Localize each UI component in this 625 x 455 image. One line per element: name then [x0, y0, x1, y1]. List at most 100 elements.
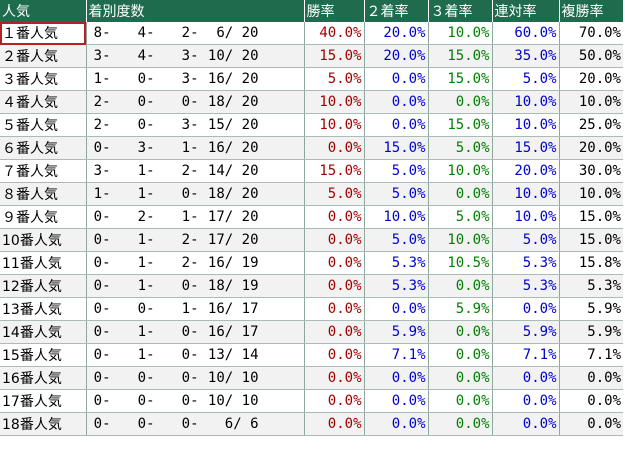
win-rate-cell: 0.0% [304, 251, 365, 275]
popularity-cell[interactable]: ２番人気 [0, 44, 87, 68]
quinella-rate-cell: 15.0% [492, 136, 560, 160]
record-thirds: 0- [181, 324, 199, 340]
table-row[interactable]: 17番人気 0- 0- 0- 10/ 10 0.0% 0.0% 0.0% 0.0% 0.0% [0, 389, 623, 413]
second-rate-cell: 0.0% [364, 90, 429, 114]
record-wins: 0- [93, 209, 111, 225]
popularity-cell[interactable]: ７番人気 [0, 159, 87, 183]
table-row[interactable]: 12番人気 0- 1- 0- 18/ 19 0.0% 5.3% 0.0% 5.3% 5.3% [0, 274, 623, 298]
record-seconds: 1- [137, 347, 155, 363]
second-rate-cell: 5.0% [364, 159, 429, 183]
popularity-cell[interactable]: 18番人気 [0, 412, 87, 436]
table-row[interactable]: 10番人気 0- 1- 2- 17/ 20 0.0% 5.0% 10.0% 5.0% 15.0% [0, 228, 623, 252]
record-others: 17/ 20 [207, 209, 259, 225]
table-row[interactable]: ４番人気 2- 0- 0- 18/ 20 10.0% 0.0% 0.0% 10.0% 10.0% [0, 90, 623, 114]
header-popularity[interactable]: 人気 [0, 0, 87, 22]
record-cell: 0- 1- 0- 13/ 14 [86, 343, 305, 367]
record-thirds: 3- [181, 71, 199, 87]
third-rate-cell: 0.0% [428, 366, 493, 390]
table-row[interactable]: ３番人気 1- 0- 3- 16/ 20 5.0% 0.0% 15.0% 5.0% 20.0% [0, 67, 623, 91]
quinella-rate-cell: 5.3% [492, 274, 560, 298]
win-rate-cell: 0.0% [304, 389, 365, 413]
place-rate-cell: 10.0% [559, 90, 623, 114]
second-rate-cell: 0.0% [364, 366, 429, 390]
quinella-rate-cell: 20.0% [492, 159, 560, 183]
win-rate-cell: 5.0% [304, 67, 365, 91]
place-rate-cell: 5.3% [559, 274, 623, 298]
table-row[interactable]: ７番人気 3- 1- 2- 14/ 20 15.0% 5.0% 10.0% 20.0% 30.0% [0, 159, 623, 183]
table-row[interactable]: １番人気 8- 4- 2- 6/ 20 40.0% 20.0% 10.0% 60.0% 70.0% [0, 22, 623, 45]
record-wins: 0- [93, 255, 111, 271]
place-rate-cell: 5.9% [559, 320, 623, 344]
table-row[interactable]: 11番人気 0- 1- 2- 16/ 19 0.0% 5.3% 10.5% 5.3% 15.8% [0, 251, 623, 275]
table-row[interactable]: ５番人気 2- 0- 3- 15/ 20 10.0% 0.0% 15.0% 10.0% 25.0% [0, 113, 623, 137]
second-rate-cell: 0.0% [364, 389, 429, 413]
table-row[interactable]: ９番人気 0- 2- 1- 17/ 20 0.0% 10.0% 5.0% 10.0% 15.0% [0, 205, 623, 229]
record-cell: 0- 1- 2- 16/ 19 [86, 251, 305, 275]
popularity-cell[interactable]: ５番人気 [0, 113, 87, 137]
record-thirds: 0- [181, 186, 199, 202]
table-row[interactable]: 18番人気 0- 0- 0- 6/ 6 0.0% 0.0% 0.0% 0.0% 0.0% [0, 412, 623, 436]
popularity-cell[interactable]: 15番人気 [0, 343, 87, 367]
second-rate-cell: 20.0% [364, 44, 429, 68]
popularity-cell[interactable]: ４番人気 [0, 90, 87, 114]
record-others: 16/ 20 [207, 71, 259, 87]
record-others: 18/ 20 [207, 186, 259, 202]
popularity-cell[interactable]: 10番人気 [0, 228, 87, 252]
table-row[interactable]: 13番人気 0- 0- 1- 16/ 17 0.0% 0.0% 5.9% 0.0% 5.9% [0, 297, 623, 321]
win-rate-cell: 0.0% [304, 366, 365, 390]
record-seconds: 1- [137, 163, 155, 179]
popularity-cell[interactable]: ３番人気 [0, 67, 87, 91]
popularity-cell[interactable]: ８番人気 [0, 182, 87, 206]
record-thirds: 2- [181, 255, 199, 271]
popularity-cell[interactable]: 14番人気 [0, 320, 87, 344]
third-rate-cell: 10.5% [428, 251, 493, 275]
record-cell: 8- 4- 2- 6/ 20 [86, 22, 305, 45]
record-thirds: 0- [181, 94, 199, 110]
third-rate-cell: 15.0% [428, 67, 493, 91]
popularity-cell[interactable]: ６番人気 [0, 136, 87, 160]
place-rate-cell: 0.0% [559, 389, 623, 413]
header-third-rate[interactable]: ３着率 [428, 0, 493, 22]
table-row[interactable]: 16番人気 0- 0- 0- 10/ 10 0.0% 0.0% 0.0% 0.0% 0.0% [0, 366, 623, 390]
win-rate-cell: 0.0% [304, 297, 365, 321]
header-win-rate[interactable]: 勝率 [304, 0, 365, 22]
table-row[interactable]: ６番人気 0- 3- 1- 16/ 20 0.0% 15.0% 5.0% 15.0% 20.0% [0, 136, 623, 160]
header-place-rate[interactable]: 複勝率 [559, 0, 623, 22]
table-row[interactable]: ８番人気 1- 1- 0- 18/ 20 5.0% 5.0% 0.0% 10.0% 10.0% [0, 182, 623, 206]
popularity-cell[interactable]: ９番人気 [0, 205, 87, 229]
record-thirds: 3- [181, 48, 199, 64]
record-others: 18/ 20 [207, 94, 259, 110]
place-rate-cell: 20.0% [559, 136, 623, 160]
win-rate-cell: 0.0% [304, 343, 365, 367]
record-thirds: 2- [181, 163, 199, 179]
third-rate-cell: 15.0% [428, 44, 493, 68]
record-seconds: 0- [137, 393, 155, 409]
record-seconds: 1- [137, 324, 155, 340]
popularity-cell[interactable]: 13番人気 [0, 297, 87, 321]
header-record[interactable]: 着別度数 [86, 0, 305, 22]
record-others: 14/ 20 [207, 163, 259, 179]
popularity-cell[interactable]: １番人気 [0, 22, 87, 45]
record-wins: 0- [93, 347, 111, 363]
table-row[interactable]: 14番人気 0- 1- 0- 16/ 17 0.0% 5.9% 0.0% 5.9% 5.9% [0, 320, 623, 344]
win-rate-cell: 0.0% [304, 136, 365, 160]
table-row[interactable]: ２番人気 3- 4- 3- 10/ 20 15.0% 20.0% 15.0% 35.0% 50.0… [0, 44, 623, 68]
record-thirds: 0- [181, 416, 199, 432]
popularity-cell[interactable]: 11番人気 [0, 251, 87, 275]
quinella-rate-cell: 60.0% [492, 22, 560, 45]
quinella-rate-cell: 10.0% [492, 182, 560, 206]
record-seconds: 1- [137, 278, 155, 294]
table-row[interactable]: 15番人気 0- 1- 0- 13/ 14 0.0% 7.1% 0.0% 7.1% 7.1% [0, 343, 623, 367]
third-rate-cell: 10.0% [428, 228, 493, 252]
header-second-rate[interactable]: ２着率 [364, 0, 429, 22]
record-others: 16/ 19 [207, 255, 259, 271]
header-quinella-rate[interactable]: 連対率 [492, 0, 560, 22]
popularity-cell[interactable]: 16番人気 [0, 366, 87, 390]
quinella-rate-cell: 10.0% [492, 205, 560, 229]
win-rate-cell: 10.0% [304, 113, 365, 137]
popularity-cell[interactable]: 17番人気 [0, 389, 87, 413]
second-rate-cell: 5.9% [364, 320, 429, 344]
popularity-cell[interactable]: 12番人気 [0, 274, 87, 298]
record-seconds: 4- [137, 48, 155, 64]
third-rate-cell: 5.9% [428, 297, 493, 321]
